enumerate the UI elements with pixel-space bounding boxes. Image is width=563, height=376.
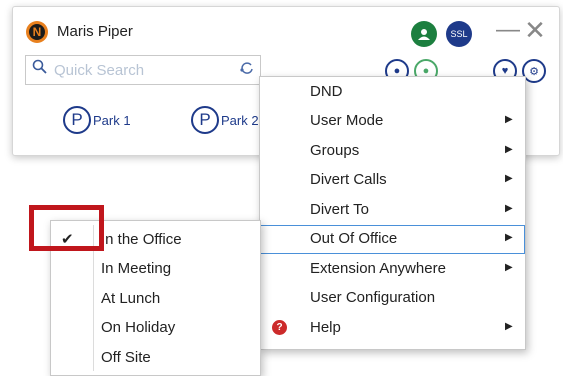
quick-search-input[interactable] bbox=[52, 59, 236, 81]
submenu-item-off-site[interactable]: Off Site bbox=[51, 344, 260, 373]
menu-item-label: Divert Calls bbox=[310, 171, 387, 188]
submenu-item-label: In the Office bbox=[101, 231, 182, 248]
submenu-item-label: In Meeting bbox=[101, 260, 172, 277]
menu-item-label: Divert To bbox=[310, 201, 369, 218]
menu-item-dnd[interactable]: DND bbox=[260, 78, 525, 107]
search-refresh-icon[interactable] bbox=[240, 61, 254, 78]
menu-item-user-mode[interactable]: User Mode ▶ bbox=[260, 107, 525, 136]
menu-item-label: User Mode bbox=[310, 112, 384, 129]
submenu-item-label: At Lunch bbox=[101, 290, 161, 307]
menu-item-label: Help bbox=[310, 319, 341, 336]
presence-user-icon[interactable] bbox=[411, 21, 437, 47]
search-box bbox=[25, 55, 261, 85]
menu-item-out-of-office[interactable]: Out Of Office ▶ bbox=[260, 225, 525, 254]
submenu-arrow-icon: ▶ bbox=[505, 232, 513, 243]
app-logo-icon: N bbox=[26, 21, 48, 43]
park-icon: P bbox=[191, 106, 219, 134]
submenu-arrow-icon: ▶ bbox=[505, 173, 513, 184]
out-of-office-submenu: ✔ In the Office In Meeting At Lunch On H… bbox=[50, 220, 261, 376]
close-button[interactable]: ✕ bbox=[523, 17, 547, 43]
submenu-arrow-icon: ▶ bbox=[505, 262, 513, 273]
user-name: Maris Piper bbox=[57, 23, 133, 40]
submenu-arrow-icon: ▶ bbox=[505, 203, 513, 214]
checkmark-icon: ✔ bbox=[61, 231, 74, 248]
search-icon bbox=[32, 59, 47, 79]
park-1-button[interactable]: P Park 1 bbox=[63, 106, 131, 134]
menu-item-divert-to[interactable]: Divert To ▶ bbox=[260, 196, 525, 225]
submenu-item-on-holiday[interactable]: On Holiday bbox=[51, 314, 260, 343]
submenu-arrow-icon: ▶ bbox=[505, 114, 513, 125]
submenu-item-label: On Holiday bbox=[101, 319, 176, 336]
menu-item-label: Groups bbox=[310, 142, 360, 159]
ssl-icon[interactable]: SSL bbox=[446, 21, 472, 47]
minimize-button[interactable]: — bbox=[496, 18, 520, 43]
menu-item-label: User Configuration bbox=[310, 289, 436, 306]
park-label: Park 1 bbox=[93, 112, 131, 128]
park-2-button[interactable]: P Park 2 bbox=[191, 106, 259, 134]
submenu-arrow-icon: ▶ bbox=[505, 321, 513, 332]
submenu-item-in-the-office[interactable]: ✔ In the Office bbox=[51, 226, 260, 255]
menu-item-label: DND bbox=[310, 83, 343, 100]
menu-item-user-configuration[interactable]: User Configuration bbox=[260, 284, 525, 313]
menu-item-label: Out Of Office bbox=[310, 230, 398, 247]
park-icon: P bbox=[63, 106, 91, 134]
park-label: Park 2 bbox=[221, 112, 259, 128]
menu-item-label: Extension Anywhere bbox=[310, 260, 446, 277]
submenu-item-in-meeting[interactable]: In Meeting bbox=[51, 255, 260, 284]
menu-item-groups[interactable]: Groups ▶ bbox=[260, 137, 525, 166]
menu-item-help[interactable]: ? Help ▶ bbox=[260, 314, 525, 343]
menu-item-divert-calls[interactable]: Divert Calls ▶ bbox=[260, 166, 525, 195]
menu-item-extension-anywhere[interactable]: Extension Anywhere ▶ bbox=[260, 255, 525, 284]
help-icon: ? bbox=[272, 320, 287, 335]
submenu-item-at-lunch[interactable]: At Lunch bbox=[51, 285, 260, 314]
context-menu: DND User Mode ▶ Groups ▶ Divert Calls ▶ … bbox=[259, 76, 526, 350]
submenu-item-label: Off Site bbox=[101, 349, 151, 366]
submenu-arrow-icon: ▶ bbox=[505, 144, 513, 155]
